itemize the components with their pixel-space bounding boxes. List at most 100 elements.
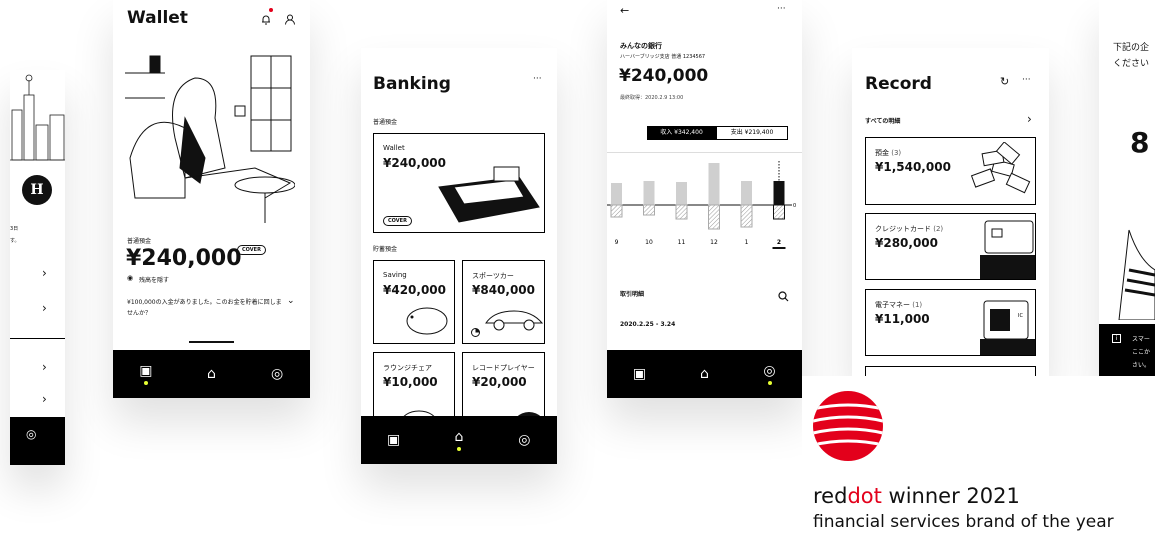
- user-icon[interactable]: [285, 10, 295, 29]
- savings-card[interactable]: スポーツカー ¥840,000: [462, 260, 545, 344]
- chevron-down-icon[interactable]: ⌄: [287, 296, 295, 306]
- record-card-credit[interactable]: クレジットカード (2) ¥280,000: [865, 213, 1036, 280]
- bottom-nav: ▣ ⌂ ◎: [361, 416, 557, 464]
- info-text: ここか: [1132, 349, 1151, 356]
- divider: [10, 338, 65, 339]
- record-card-emoney[interactable]: 電子マネー (1) ¥11,000 IC: [865, 289, 1036, 356]
- income-bar[interactable]: [773, 181, 785, 205]
- expense-legend[interactable]: 支出 ¥219,400: [716, 126, 788, 140]
- chevron-right-icon[interactable]: ›: [42, 301, 47, 315]
- wallet-tab[interactable]: ▣: [131, 359, 161, 389]
- wallet-account-card[interactable]: Wallet ¥240,000 COVER: [373, 133, 545, 233]
- bank-icon: ⌂: [207, 366, 216, 382]
- date-range: 2020.2.25 - 3.24: [620, 321, 676, 328]
- bank-tab[interactable]: ⌂: [196, 359, 226, 389]
- ic-card-illustration: IC: [980, 300, 1035, 355]
- section-label: 貯蓄預金: [373, 246, 398, 253]
- hide-balance-link[interactable]: 残高を隠す: [139, 275, 169, 284]
- city-illustration: [10, 74, 65, 161]
- card-count: (2): [933, 225, 944, 233]
- expense-bar[interactable]: [740, 204, 753, 228]
- month-tick-label[interactable]: 2: [777, 239, 781, 246]
- month-tick-label[interactable]: 10: [645, 239, 653, 246]
- more-icon[interactable]: ···: [777, 4, 786, 14]
- card-value: ¥10,000: [383, 375, 438, 389]
- wallet-icon: ▣: [632, 366, 647, 382]
- record-tab-icon[interactable]: ◎: [26, 427, 36, 441]
- more-icon[interactable]: ···: [1022, 75, 1031, 85]
- chevron-right-icon[interactable]: ›: [42, 360, 47, 374]
- bank-name: みんなの銀行: [620, 42, 662, 50]
- card-label-text: クレジットカード: [875, 225, 931, 233]
- income-bar[interactable]: [643, 181, 655, 205]
- active-dot: [143, 381, 148, 385]
- month-tick-label[interactable]: 9: [615, 239, 619, 246]
- record-tab[interactable]: ◎: [755, 359, 785, 389]
- month-tick-label[interactable]: 12: [710, 239, 718, 246]
- cover-badge[interactable]: COVER: [383, 216, 412, 226]
- card-value: ¥11,000: [875, 312, 930, 326]
- record-tab[interactable]: ◎: [262, 359, 292, 389]
- card-label: 預金 (3): [875, 148, 901, 158]
- expense-bar[interactable]: [675, 204, 688, 220]
- card-label: スポーツカー: [472, 272, 514, 280]
- red-dot-logo-icon: [813, 391, 883, 461]
- eye-icon[interactable]: ◉: [127, 274, 133, 282]
- card-value: ¥20,000: [472, 375, 527, 389]
- month-tick-label[interactable]: 1: [745, 239, 749, 246]
- wallet-tab[interactable]: ▣: [625, 359, 655, 389]
- info-banner: i スマー ここか さい。: [1099, 324, 1155, 376]
- refresh-icon[interactable]: ↻: [1000, 75, 1009, 88]
- expense-bar[interactable]: [610, 204, 623, 218]
- expense-bar[interactable]: [643, 204, 655, 216]
- award-title-red: red: [813, 484, 848, 508]
- bank-tab[interactable]: ⌂: [690, 359, 720, 389]
- record-icon: ◎: [763, 363, 776, 379]
- active-dot: [456, 447, 461, 451]
- search-icon[interactable]: [778, 287, 789, 306]
- income-bar[interactable]: [741, 181, 752, 205]
- snippet-text: 3日: [10, 226, 19, 232]
- card-value: ¥840,000: [472, 283, 536, 297]
- person-illustration: [1118, 229, 1155, 320]
- history-label: 取引明細: [620, 291, 645, 298]
- bell-icon[interactable]: [261, 8, 273, 25]
- branch-info: ハーバーブリッジ支店 普通 1234567: [620, 54, 706, 60]
- info-icon: i: [1112, 334, 1121, 343]
- month-tick-label[interactable]: 11: [678, 239, 686, 246]
- record-card-deposit[interactable]: 預金 (3) ¥1,540,000: [865, 137, 1036, 205]
- phone-screen-wallet: Wallet 普通預金 ¥240,000 COVER ◉ 残高を隠す ¥100,…: [113, 0, 310, 398]
- record-icon: ◎: [271, 366, 284, 382]
- bank-tab[interactable]: ⌂: [444, 425, 474, 455]
- bottom-nav: ▣ ⌂ ◎: [113, 350, 310, 398]
- card-label: ラウンジチェア: [383, 364, 432, 372]
- wallet-illustration: [438, 166, 540, 223]
- expense-bar[interactable]: [708, 204, 720, 230]
- wallet-tab[interactable]: ▣: [379, 425, 409, 455]
- savings-card[interactable]: Saving ¥420,000: [373, 260, 455, 344]
- more-icon[interactable]: ···: [533, 74, 542, 84]
- balance-amount: ¥240,000: [619, 66, 709, 86]
- income-bar[interactable]: [611, 183, 622, 205]
- wallet-icon: ▣: [387, 432, 401, 448]
- avatar[interactable]: H: [22, 175, 52, 205]
- expense-bar[interactable]: [773, 204, 785, 220]
- income-bar[interactable]: [676, 182, 687, 205]
- page-title: Wallet: [127, 8, 188, 28]
- all-records-link[interactable]: すべての明細: [865, 116, 900, 125]
- chevron-right-icon[interactable]: ›: [1027, 112, 1032, 126]
- back-arrow-icon[interactable]: ←: [620, 4, 629, 17]
- zero-tick-label: 0: [793, 203, 796, 209]
- piggy-bank-illustration: [406, 307, 448, 335]
- chevron-right-icon[interactable]: ›: [42, 392, 47, 406]
- record-tab[interactable]: ◎: [509, 425, 539, 455]
- cover-badge[interactable]: COVER: [237, 245, 266, 255]
- chevron-right-icon[interactable]: ›: [42, 266, 47, 280]
- income-bar[interactable]: [708, 163, 720, 205]
- card-label: クレジットカード (2): [875, 224, 943, 234]
- active-dot: [767, 381, 772, 385]
- income-legend[interactable]: 収入 ¥342,400: [647, 126, 716, 140]
- phone-screen-home: H 3日 す。 › › › › ◎: [10, 70, 65, 465]
- page-title: Banking: [373, 74, 451, 94]
- instruction-text: ください: [1113, 59, 1150, 69]
